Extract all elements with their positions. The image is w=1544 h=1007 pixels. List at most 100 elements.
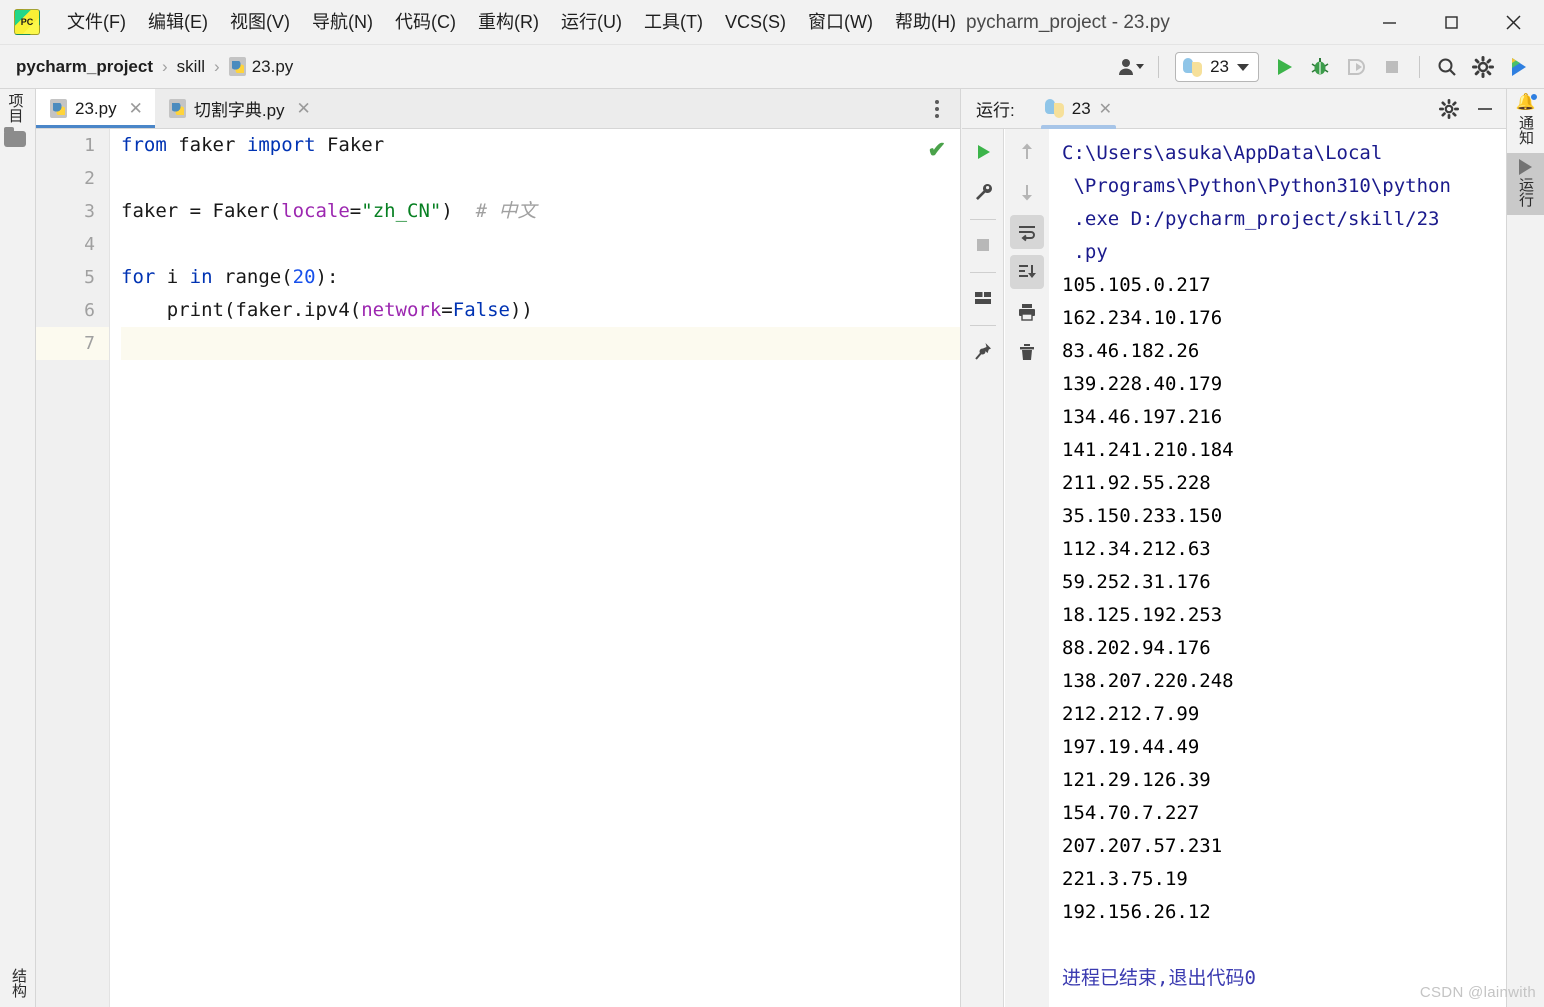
run-panel-hide-button[interactable] <box>1468 92 1502 126</box>
code-token: network <box>361 299 442 321</box>
minimize-button[interactable] <box>1358 0 1420 45</box>
close-button[interactable] <box>1482 0 1544 45</box>
wrench-icon <box>975 183 992 200</box>
code-token: 20 <box>292 266 316 288</box>
gear-icon <box>1439 99 1459 119</box>
user-group-icon <box>1119 59 1145 75</box>
menu-item-help[interactable]: 帮助(H) <box>884 0 967 45</box>
code-token: Faker <box>326 134 385 156</box>
menu-item-run[interactable]: 运行(U) <box>550 0 633 45</box>
print-button[interactable] <box>1010 295 1044 329</box>
edit-configuration-button[interactable] <box>966 175 1000 209</box>
folder-icon <box>4 127 26 147</box>
structure-tool-label: 结构 <box>10 968 27 998</box>
run-configuration-selector[interactable]: 23 <box>1175 52 1259 82</box>
breadcrumb-project[interactable]: pycharm_project <box>16 57 153 77</box>
menu-item-navigate[interactable]: 导航(N) <box>301 0 384 45</box>
breadcrumb-folder[interactable]: skill <box>177 57 205 77</box>
line-number: 2 <box>84 168 95 189</box>
console-output[interactable]: C:\Users\asuka\AppData\Local \Programs\P… <box>1050 129 1506 1007</box>
code-token: ) <box>441 200 453 222</box>
sidebar-item-structure[interactable]: 结构 <box>8 968 29 1003</box>
menu-item-edit[interactable]: 编辑(E) <box>137 0 219 45</box>
watermark: CSDN @lainwith <box>1419 984 1536 1001</box>
menu-item-code[interactable]: 代码(C) <box>384 0 467 45</box>
arrow-down-icon <box>1022 185 1032 201</box>
console-line: 105.105.0.217 <box>1062 274 1211 296</box>
editor-tab-options-button[interactable] <box>924 89 950 129</box>
menu-item-view[interactable]: 视图(V) <box>219 0 301 45</box>
scroll-to-end-button[interactable] <box>1010 255 1044 289</box>
clear-all-button[interactable] <box>1010 335 1044 369</box>
more-vertical-icon <box>935 100 939 118</box>
breadcrumb-file[interactable]: 23.py <box>228 56 294 77</box>
stop-process-button[interactable] <box>966 228 1000 262</box>
rerun-button[interactable] <box>966 135 1000 169</box>
python-config-icon <box>1044 99 1064 118</box>
menu-item-tools[interactable]: 工具(T) <box>633 0 714 45</box>
tab-qiegezidian-py[interactable]: 切割字典.py ✕ <box>155 89 323 128</box>
coverage-button[interactable] <box>1339 50 1373 84</box>
run-panel-settings-button[interactable] <box>1432 92 1466 126</box>
menu-item-file[interactable]: 文件(F) <box>56 0 137 45</box>
account-button[interactable] <box>1114 50 1148 84</box>
pin-tab-button[interactable] <box>966 334 1000 368</box>
soft-wrap-button[interactable] <box>1010 215 1044 249</box>
minimize-icon <box>1478 108 1492 110</box>
breadcrumb-file-label: 23.py <box>251 56 294 76</box>
search-button[interactable] <box>1430 50 1464 84</box>
code-token: # 中文 <box>452 200 537 222</box>
debug-button[interactable] <box>1303 50 1337 84</box>
code-token: False <box>452 299 510 321</box>
inspection-status-icon[interactable]: ✔ <box>928 137 946 163</box>
run-tab-close-icon[interactable]: ✕ <box>1099 99 1112 119</box>
ide-assistant-button[interactable] <box>1502 50 1536 84</box>
maximize-button[interactable] <box>1420 0 1482 45</box>
console-line: 138.207.220.248 <box>1062 670 1234 692</box>
next-occurrence-button[interactable] <box>1010 175 1044 209</box>
tab-23-py[interactable]: 23.py ✕ <box>36 89 155 128</box>
console-line: 192.156.26.12 <box>1062 901 1211 923</box>
sidebar-item-project[interactable]: 项目 <box>4 93 26 147</box>
console-line: \Programs\Python\Python310\python <box>1062 175 1451 197</box>
run-panel-header: 运行: 23 ✕ <box>962 89 1506 129</box>
trash-icon <box>1020 344 1034 360</box>
arrow-up-icon <box>1022 143 1032 159</box>
run-button[interactable] <box>1267 50 1301 84</box>
line-number: 7 <box>36 327 109 360</box>
menu-item-window[interactable]: 窗口(W) <box>797 0 884 45</box>
console-line: 112.34.212.63 <box>1062 538 1211 560</box>
run-tab-label: 23 <box>1071 98 1091 118</box>
menu-item-refactor[interactable]: 重构(R) <box>467 0 550 45</box>
print-icon <box>1019 304 1035 321</box>
line-number: 3 <box>84 201 95 222</box>
python-config-icon <box>1183 57 1203 77</box>
code-token: range <box>224 266 282 288</box>
pycharm-logo-icon <box>14 9 40 35</box>
soft-wrap-icon <box>1019 226 1035 242</box>
run-tab-23[interactable]: 23 ✕ <box>1039 89 1118 129</box>
code-token: for <box>121 266 156 288</box>
tab-close-icon[interactable]: ✕ <box>129 100 143 117</box>
sidebar-item-run[interactable]: 运行 <box>1507 153 1544 215</box>
tab-close-icon[interactable]: ✕ <box>297 100 311 117</box>
editor-gutter[interactable]: 1 2 3 4 5 6 7 <box>36 129 110 1007</box>
code-editor[interactable]: from faker import Faker faker = Faker(lo… <box>111 129 960 1007</box>
console-line: 197.19.44.49 <box>1062 736 1200 758</box>
previous-occurrence-button[interactable] <box>1010 135 1044 169</box>
code-token: print(faker.ipv4( <box>121 299 362 321</box>
layout-settings-button[interactable] <box>966 281 1000 315</box>
menu-item-vcs[interactable]: VCS(S) <box>714 0 797 45</box>
stop-button[interactable] <box>1375 50 1409 84</box>
breadcrumb: pycharm_project › skill › 23.py <box>16 57 293 77</box>
run-play-icon <box>1278 59 1292 75</box>
run-actions-divider <box>969 325 996 326</box>
line-number: 5 <box>84 267 95 288</box>
settings-button[interactable] <box>1466 50 1500 84</box>
sidebar-item-notifications[interactable]: 通知 <box>1507 89 1544 153</box>
python-file-icon <box>168 99 186 118</box>
window-title: pycharm_project - 23.py <box>966 12 1170 33</box>
line-number: 1 <box>84 135 95 156</box>
